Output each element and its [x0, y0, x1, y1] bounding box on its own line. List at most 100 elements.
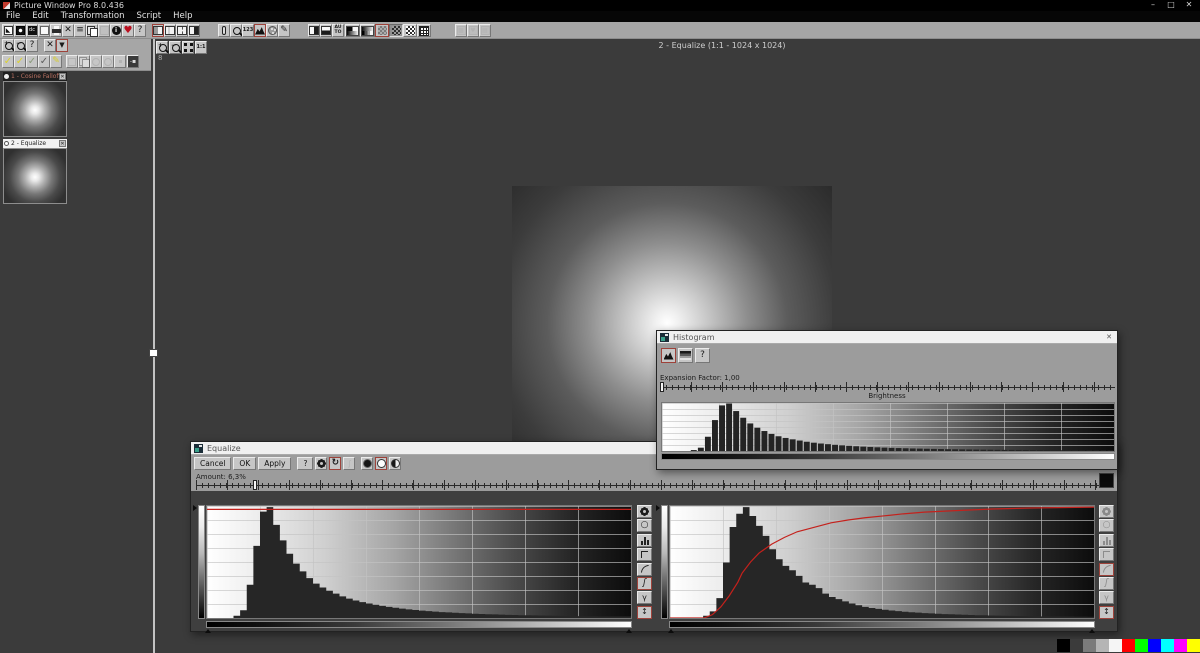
transition-soft-button[interactable]	[360, 24, 375, 37]
transition-hard-button[interactable]	[345, 24, 360, 37]
histogram-display-button[interactable]	[661, 348, 676, 363]
menu-item-file[interactable]: File	[0, 11, 26, 22]
pattern-grid-button[interactable]	[417, 24, 431, 37]
ok-button[interactable]: OK	[233, 457, 256, 470]
left-curve-marker-icon[interactable]	[193, 505, 197, 511]
readout-button[interactable]: dc	[26, 24, 38, 37]
settings-button[interactable]	[315, 457, 327, 470]
pattern-checker-dark-button[interactable]	[389, 24, 403, 37]
display-split-button[interactable]	[389, 457, 401, 470]
right-histogram-plot[interactable]	[669, 505, 1095, 619]
color-swatch-9[interactable]	[1174, 639, 1187, 652]
readout-style-1-button[interactable]	[152, 24, 164, 37]
color-swatch-3[interactable]	[1096, 639, 1109, 652]
expand-range-button[interactable]: ↕	[1099, 606, 1114, 619]
duplicate-button[interactable]	[86, 24, 98, 37]
marker-pen-button[interactable]: ✎	[50, 55, 62, 68]
info-button[interactable]: i	[110, 24, 122, 37]
canvas-zoom-in-button[interactable]: +	[156, 41, 168, 54]
amount-slider[interactable]	[196, 480, 1099, 490]
thumbnail-title-bar[interactable]: 2 - Equalize ✕	[3, 139, 67, 148]
maximize-button[interactable]: □	[1162, 0, 1180, 11]
cancel-button[interactable]: Cancel	[194, 457, 231, 470]
histogram-help-button[interactable]: ?	[695, 348, 710, 363]
left-histogram-plot[interactable]	[206, 505, 632, 619]
step-curve-button[interactable]	[637, 548, 652, 561]
expand-range-button[interactable]: ↕	[637, 606, 652, 619]
gamma-curve-button[interactable]: γ	[637, 591, 652, 604]
split-horizontal-button[interactable]	[320, 24, 332, 37]
circle-mode-button[interactable]: ○	[637, 519, 652, 532]
color-picker-button[interactable]	[266, 24, 278, 37]
title-bar[interactable]: Picture Window Pro 8.0.436 – □ ✕	[0, 0, 1200, 11]
close-icon[interactable]: ✕	[59, 73, 66, 80]
canvas-zoom-out-button[interactable]: −	[169, 41, 181, 54]
expansion-slider-thumb[interactable]	[660, 382, 664, 392]
expansion-factor-slider[interactable]	[660, 382, 1115, 392]
histogram-mode-button[interactable]	[637, 534, 652, 547]
zoom-help-button[interactable]: ?	[26, 39, 38, 52]
probe-button[interactable]	[218, 24, 230, 37]
amount-slider-thumb[interactable]	[253, 480, 257, 490]
color-swatch-7[interactable]	[1148, 639, 1161, 652]
left-black-point-marker-icon[interactable]	[205, 629, 211, 633]
pane-divider-handle[interactable]	[149, 349, 158, 357]
confirm-check-button[interactable]: ✓	[26, 55, 38, 68]
help-button[interactable]: ?	[297, 457, 313, 470]
color-patch[interactable]	[1099, 473, 1114, 488]
auto-button[interactable]: AU TO	[332, 24, 344, 37]
close-button[interactable]: ✕	[1180, 0, 1198, 11]
display-white-button[interactable]	[375, 457, 387, 470]
readout-values-button[interactable]: 123	[242, 24, 254, 37]
readout-style-3-button[interactable]	[176, 24, 188, 37]
measure-button[interactable]: ✎	[278, 24, 290, 37]
levels-display-button[interactable]	[678, 348, 693, 363]
color-swatch-1[interactable]	[1070, 639, 1083, 652]
thumbnail-image[interactable]	[3, 81, 67, 137]
blank-image-button[interactable]	[38, 24, 50, 37]
left-white-point-marker-icon[interactable]	[626, 629, 632, 633]
close-tool-button[interactable]: ✕	[44, 39, 56, 52]
zoom-in-button[interactable]: +	[2, 39, 14, 52]
apply-check-button[interactable]: ✓	[2, 55, 14, 68]
histogram-button[interactable]	[254, 24, 266, 37]
thumbnail-title-bar[interactable]: 1 - Cosine Falloff ✕	[3, 72, 67, 81]
apply-check-alt-button[interactable]: ✓	[14, 55, 26, 68]
open-image-button[interactable]: ◣	[2, 24, 14, 37]
help-button[interactable]: ?	[134, 24, 146, 37]
minimize-button[interactable]: –	[1144, 0, 1162, 11]
magnifier-button[interactable]	[230, 24, 242, 37]
close-icon[interactable]: ✕	[59, 140, 66, 147]
right-curve-marker-icon[interactable]	[656, 505, 660, 511]
apply-button[interactable]: Apply	[258, 457, 291, 470]
right-white-point-marker-icon[interactable]	[1089, 629, 1095, 633]
color-swatch-4[interactable]	[1109, 639, 1122, 652]
close-image-button[interactable]: ✕	[62, 24, 74, 37]
print-button[interactable]	[50, 24, 62, 37]
color-swatch-2[interactable]	[1083, 639, 1096, 652]
readout-style-4-button[interactable]	[188, 24, 200, 37]
image-list-button[interactable]: ≡	[74, 24, 86, 37]
settings-button[interactable]	[637, 505, 652, 518]
menu-item-edit[interactable]: Edit	[26, 11, 54, 22]
histogram-title-bar[interactable]: Histogram ✕	[657, 331, 1117, 344]
thumbnail-image[interactable]	[3, 148, 67, 204]
favorites-button[interactable]: ♥	[122, 24, 134, 37]
menu-item-help[interactable]: Help	[167, 11, 198, 22]
mask-menu-button[interactable]: -▪	[127, 55, 139, 68]
close-icon[interactable]: ✕	[1104, 332, 1114, 342]
canvas-zoom-1-1-button[interactable]: 1:1	[195, 41, 207, 54]
color-swatch-8[interactable]	[1161, 639, 1174, 652]
right-black-point-marker-icon[interactable]	[668, 629, 674, 633]
concave-curve-button[interactable]	[637, 563, 652, 576]
menu-item-script[interactable]: Script	[130, 11, 167, 22]
zoom-out-button[interactable]: −	[14, 39, 26, 52]
readout-style-2-button[interactable]	[164, 24, 176, 37]
color-swatch-0[interactable]	[1057, 639, 1070, 652]
pattern-checker-gray-button[interactable]	[375, 24, 389, 37]
preview-refresh-button[interactable]: ↻	[329, 457, 341, 470]
new-image-button[interactable]	[14, 24, 26, 37]
s-curve-button[interactable]: ʃ	[637, 577, 652, 590]
canvas-zoom-fit-button[interactable]	[182, 41, 194, 54]
menu-item-transformation[interactable]: Transformation	[55, 11, 131, 22]
